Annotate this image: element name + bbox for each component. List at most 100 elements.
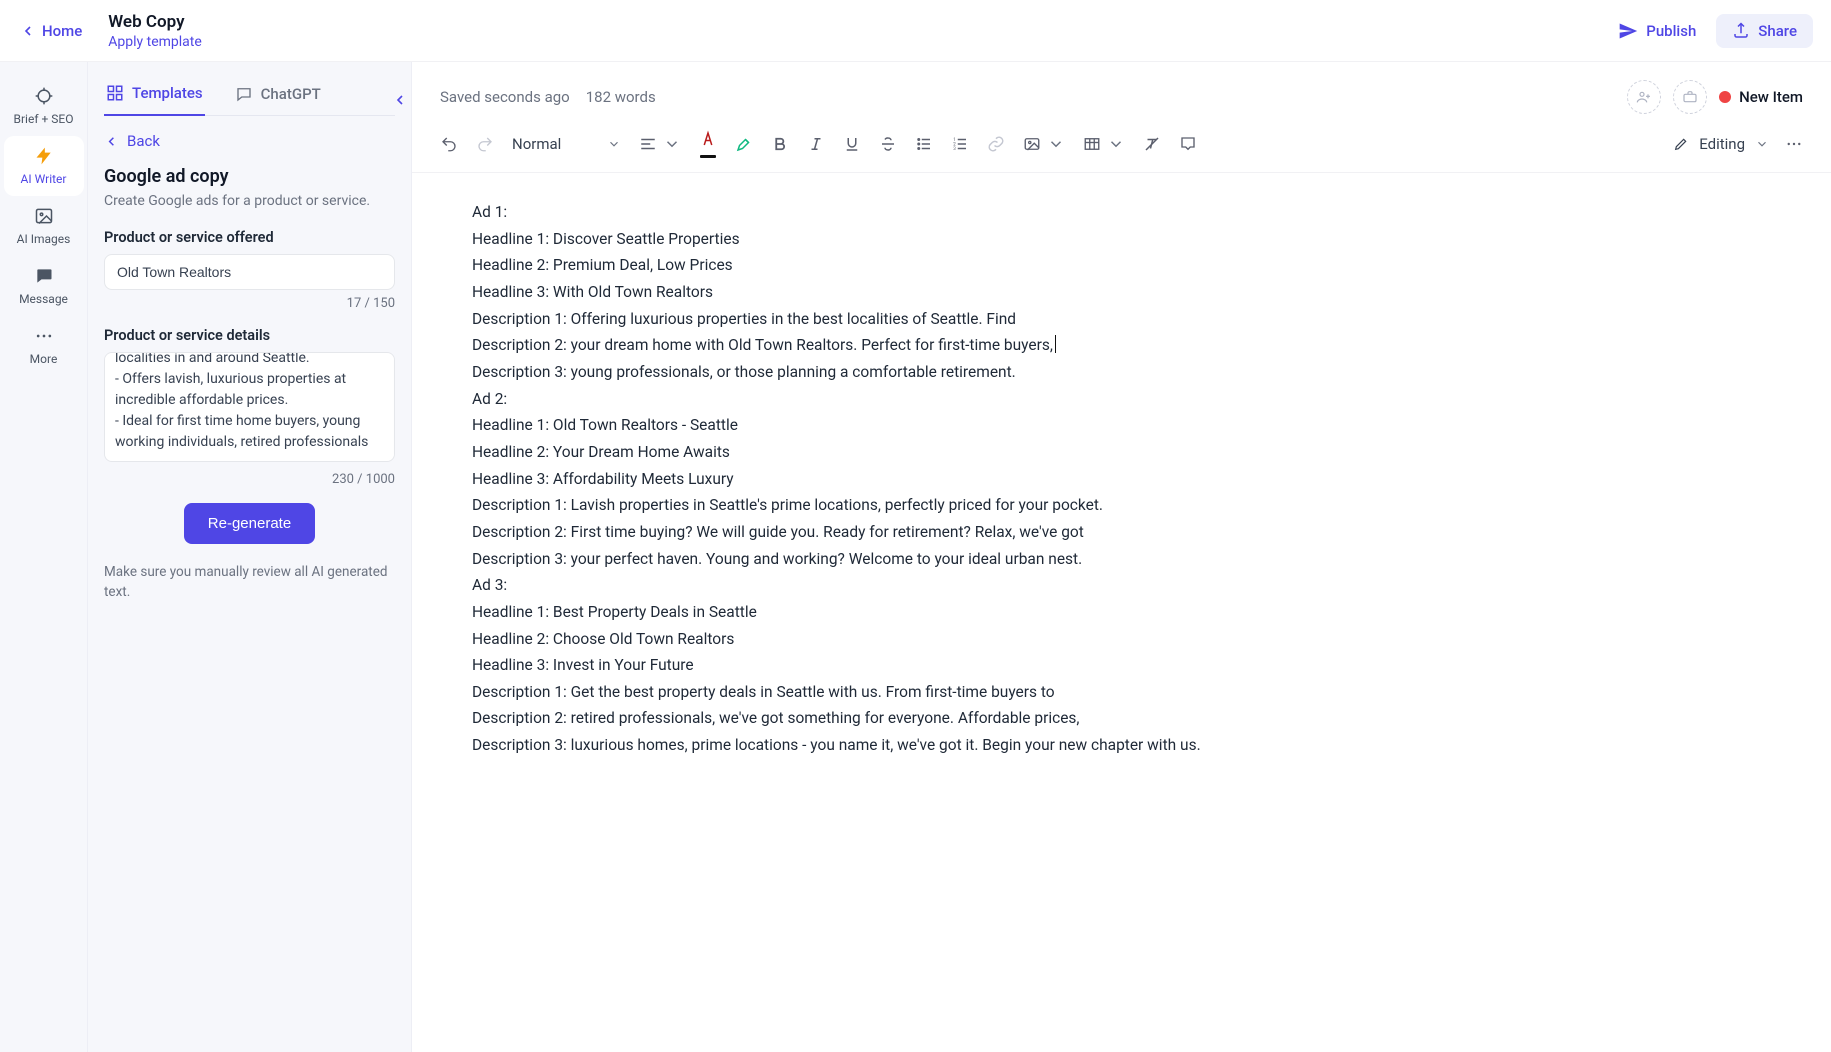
sidebar: Templates ChatGPT Back Google ad copy Cr… xyxy=(88,62,412,1052)
page-title: Web Copy xyxy=(108,12,202,32)
undo-icon xyxy=(440,135,458,153)
align-button[interactable] xyxy=(639,135,681,153)
ordered-list-button[interactable]: 123 xyxy=(951,135,969,153)
image-insert-button[interactable] xyxy=(1023,135,1065,153)
share-icon xyxy=(1732,22,1750,40)
apply-template-link[interactable]: Apply template xyxy=(108,34,202,50)
rail-label: More xyxy=(30,352,58,366)
link-button[interactable] xyxy=(987,135,1005,153)
doc-line[interactable]: Headline 2: Choose Old Town Realtors xyxy=(472,626,1771,653)
editing-mode-select[interactable]: Editing xyxy=(1673,135,1769,153)
details-textarea[interactable] xyxy=(104,352,395,462)
comment-button[interactable] xyxy=(1179,135,1197,153)
dots-icon xyxy=(1785,135,1803,153)
icon-rail: Brief + SEO AI Writer AI Images Message … xyxy=(0,62,88,1052)
back-link[interactable]: Back xyxy=(104,132,395,150)
table-insert-button[interactable] xyxy=(1083,135,1125,153)
doc-line[interactable]: Headline 1: Old Town Realtors - Seattle xyxy=(472,412,1771,439)
chevron-down-icon xyxy=(1755,137,1769,151)
rail-item-brief[interactable]: Brief + SEO xyxy=(4,76,84,136)
image-icon xyxy=(1023,135,1041,153)
image-icon xyxy=(34,206,54,226)
doc-line[interactable]: Description 3: luxurious homes, prime lo… xyxy=(472,732,1771,759)
doc-line[interactable]: Description 2: First time buying? We wil… xyxy=(472,519,1771,546)
document-body[interactable]: Ad 1:Headline 1: Discover Seattle Proper… xyxy=(412,173,1831,785)
underline-button[interactable] xyxy=(843,135,861,153)
highlight-button[interactable] xyxy=(735,135,753,153)
chevron-left-icon xyxy=(20,23,36,39)
field-label-details: Product or service details xyxy=(104,327,395,344)
briefcase-button[interactable] xyxy=(1673,80,1707,114)
publish-button[interactable]: Publish xyxy=(1618,21,1696,41)
home-label: Home xyxy=(42,22,82,40)
rail-label: Brief + SEO xyxy=(14,112,74,126)
rail-label: AI Writer xyxy=(21,172,67,186)
template-title: Google ad copy xyxy=(104,166,395,187)
product-input[interactable] xyxy=(104,254,395,290)
home-button[interactable]: Home xyxy=(12,16,90,46)
doc-line[interactable]: Ad 3: xyxy=(472,572,1771,599)
chevron-left-icon xyxy=(392,92,408,108)
doc-line[interactable]: Headline 2: Your Dream Home Awaits xyxy=(472,439,1771,466)
bolt-icon xyxy=(34,146,54,166)
word-count: 182 words xyxy=(586,88,656,106)
underline-icon xyxy=(843,135,861,153)
rail-item-more[interactable]: More xyxy=(4,316,84,376)
redo-button[interactable] xyxy=(476,135,494,153)
doc-line[interactable]: Headline 1: Best Property Deals in Seatt… xyxy=(472,599,1771,626)
doc-line[interactable]: Ad 2: xyxy=(472,386,1771,413)
chevron-down-icon xyxy=(663,135,681,153)
doc-line[interactable]: Description 1: Offering luxurious proper… xyxy=(472,306,1771,333)
user-plus-icon xyxy=(1636,89,1652,105)
svg-text:3: 3 xyxy=(954,146,957,152)
back-label: Back xyxy=(127,132,160,150)
bold-button[interactable] xyxy=(771,135,789,153)
more-menu-button[interactable] xyxy=(1785,135,1803,153)
share-button[interactable]: Share xyxy=(1716,14,1813,48)
doc-line[interactable]: Description 2: retired professionals, we… xyxy=(472,705,1771,732)
collapse-sidebar-button[interactable] xyxy=(389,80,411,120)
details-counter: 230 / 1000 xyxy=(104,472,395,487)
doc-line[interactable]: Ad 1: xyxy=(472,199,1771,226)
saved-status: Saved seconds ago xyxy=(440,88,570,106)
chatgpt-icon xyxy=(235,85,253,103)
chevron-down-icon xyxy=(607,137,621,151)
tab-templates[interactable]: Templates xyxy=(104,74,205,116)
product-counter: 17 / 150 xyxy=(104,296,395,311)
editor: Saved seconds ago 182 words New Item xyxy=(412,62,1831,1052)
tab-chatgpt[interactable]: ChatGPT xyxy=(233,74,323,115)
paragraph-style-label: Normal xyxy=(512,135,561,153)
doc-line[interactable]: Headline 2: Premium Deal, Low Prices xyxy=(472,252,1771,279)
clear-format-button[interactable] xyxy=(1143,135,1161,153)
doc-line[interactable]: Description 1: Get the best property dea… xyxy=(472,679,1771,706)
doc-line[interactable]: Headline 3: Affordability Meets Luxury xyxy=(472,466,1771,493)
briefcase-icon xyxy=(1682,89,1698,105)
doc-line[interactable]: Description 1: Lavish properties in Seat… xyxy=(472,492,1771,519)
font-color-button[interactable] xyxy=(699,130,717,158)
align-left-icon xyxy=(639,135,657,153)
doc-line[interactable]: Description 3: your perfect haven. Young… xyxy=(472,546,1771,573)
doc-line[interactable]: Description 3: young professionals, or t… xyxy=(472,359,1771,386)
rail-item-message[interactable]: Message xyxy=(4,256,84,316)
doc-line[interactable]: Headline 1: Discover Seattle Properties xyxy=(472,226,1771,253)
item-status[interactable]: New Item xyxy=(1719,88,1803,106)
doc-line[interactable]: Headline 3: Invest in Your Future xyxy=(472,652,1771,679)
doc-line[interactable]: Description 2: your dream home with Old … xyxy=(472,332,1771,359)
chevron-left-icon xyxy=(104,134,119,149)
highlight-icon xyxy=(735,135,753,153)
rail-item-images[interactable]: AI Images xyxy=(4,196,84,256)
rail-label: AI Images xyxy=(17,232,71,246)
rail-item-writer[interactable]: AI Writer xyxy=(4,136,84,196)
bullet-list-button[interactable] xyxy=(915,135,933,153)
strike-button[interactable] xyxy=(879,135,897,153)
italic-button[interactable] xyxy=(807,135,825,153)
item-status-label: New Item xyxy=(1739,88,1803,106)
link-icon xyxy=(987,135,1005,153)
regenerate-button[interactable]: Re-generate xyxy=(184,503,315,544)
redo-icon xyxy=(476,135,494,153)
pencil-icon xyxy=(1673,136,1689,152)
paragraph-style-select[interactable]: Normal xyxy=(512,135,621,153)
add-collaborator-button[interactable] xyxy=(1627,80,1661,114)
doc-line[interactable]: Headline 3: With Old Town Realtors xyxy=(472,279,1771,306)
undo-button[interactable] xyxy=(440,135,458,153)
